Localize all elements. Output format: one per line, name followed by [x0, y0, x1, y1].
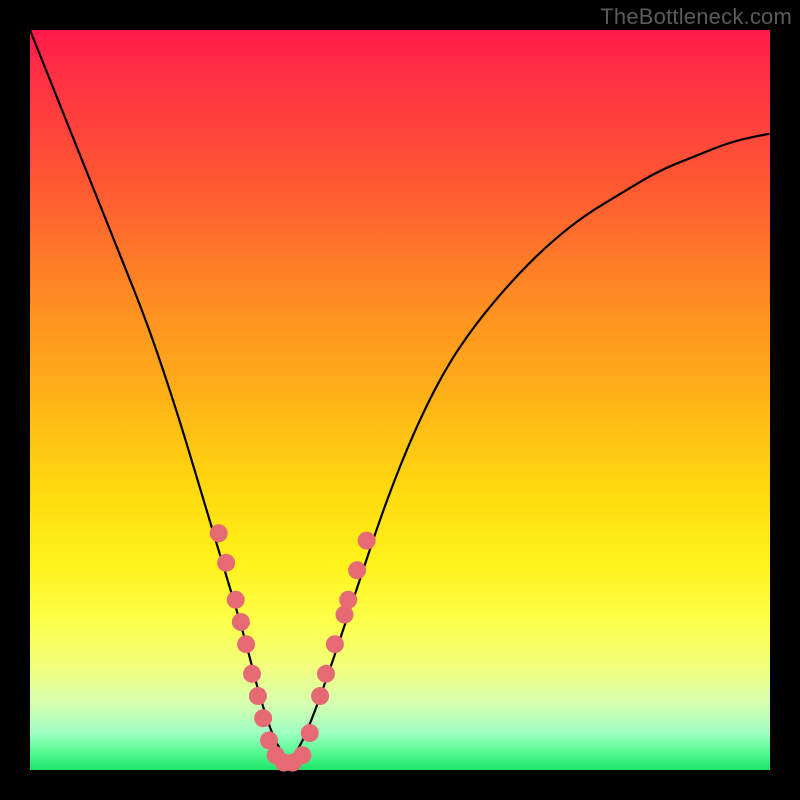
- marker-point: [249, 687, 267, 705]
- chart-container: TheBottleneck.com: [0, 0, 800, 800]
- marker-point: [227, 591, 245, 609]
- plot-area: [30, 30, 770, 770]
- marker-point: [237, 635, 255, 653]
- marker-point: [317, 665, 335, 683]
- marker-point: [339, 591, 357, 609]
- marker-group: [210, 524, 376, 771]
- marker-point: [293, 746, 311, 764]
- marker-point: [311, 687, 329, 705]
- marker-point: [358, 532, 376, 550]
- marker-point: [210, 524, 228, 542]
- chart-svg: [30, 30, 770, 770]
- marker-point: [301, 724, 319, 742]
- bottleneck-curve: [30, 30, 770, 757]
- marker-point: [232, 613, 250, 631]
- marker-point: [348, 561, 366, 579]
- marker-point: [326, 635, 344, 653]
- watermark-text: TheBottleneck.com: [600, 4, 792, 30]
- marker-point: [254, 709, 272, 727]
- marker-point: [243, 665, 261, 683]
- marker-point: [217, 554, 235, 572]
